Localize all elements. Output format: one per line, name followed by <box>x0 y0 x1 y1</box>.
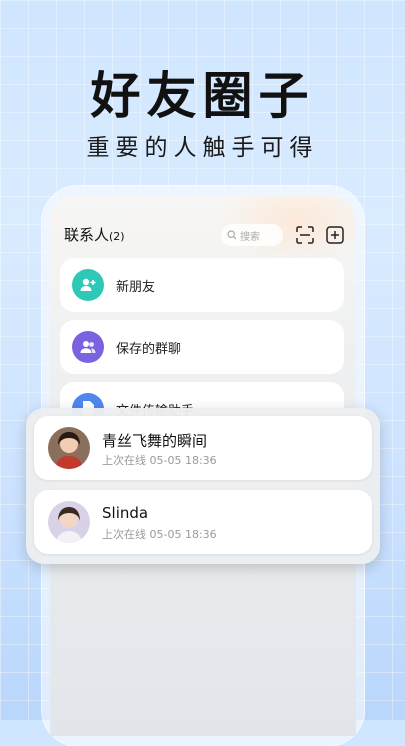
add-friend-icon <box>72 269 104 301</box>
menu-item-new-friends[interactable]: 新朋友 <box>60 258 344 312</box>
avatar <box>48 427 90 469</box>
group-icon <box>72 331 104 363</box>
scan-icon[interactable] <box>296 226 314 244</box>
recent-contacts-popup: 青丝飞舞的瞬间 上次在线 05-05 18:36 Slinda 上次在线 05-… <box>26 408 380 564</box>
search-icon <box>227 230 237 240</box>
search-placeholder: 搜索 <box>240 231 260 243</box>
subline: 重要的人触手可得 <box>86 135 319 161</box>
contact-name: 青丝飞舞的瞬间 <box>102 432 208 450</box>
menu-item-label: 保存的群聊 <box>116 342 182 357</box>
search-input[interactable]: 搜索 <box>221 224 283 246</box>
contact-name: Slinda <box>102 504 149 522</box>
headline: 好友圈子 <box>90 67 315 125</box>
last-online-status: 上次在线 05-05 18:36 <box>102 454 217 467</box>
contact-card[interactable]: 青丝飞舞的瞬间 上次在线 05-05 18:36 <box>34 416 372 480</box>
menu-item-saved-groups[interactable]: 保存的群聊 <box>60 320 344 374</box>
avatar <box>48 501 90 543</box>
contacts-header: 联系人(2) 搜索 <box>64 224 344 248</box>
contact-card[interactable]: Slinda 上次在线 05-05 18:36 <box>34 490 372 554</box>
page-title: 联系人(2) <box>64 226 125 244</box>
last-online-status: 上次在线 05-05 18:36 <box>102 528 217 541</box>
add-square-icon[interactable] <box>326 226 344 244</box>
contacts-count: (2) <box>109 230 125 243</box>
menu-item-label: 新朋友 <box>116 280 156 295</box>
